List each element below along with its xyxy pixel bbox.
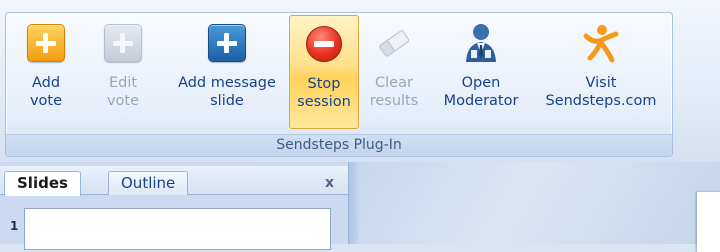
moderator-icon [460, 22, 502, 64]
clear-results-label: Clear results [369, 75, 419, 109]
clear-results-button[interactable]: Clear results [361, 15, 427, 129]
grey-plus-icon [102, 22, 144, 64]
ribbon-group-sendsteps: Add vote Edit vote Add message slide Stop se… [5, 12, 673, 157]
add-vote-button[interactable]: Add vote [14, 15, 78, 129]
add-message-slide-label: Add message slide [178, 75, 276, 109]
group-label: Sendsteps Plug-In [6, 134, 672, 156]
stop-icon [303, 23, 345, 65]
sendsteps-logo-icon [580, 22, 622, 64]
add-vote-label: Add vote [29, 75, 63, 109]
edit-vote-label: Edit vote [106, 75, 140, 109]
visit-sendsteps-label: Visit Sendsteps.com [545, 75, 657, 109]
slide-number: 1 [10, 219, 19, 233]
orange-plus-icon [25, 22, 67, 64]
visit-sendsteps-button[interactable]: Visit Sendsteps.com [536, 15, 666, 129]
add-message-slide-button[interactable]: Add message slide [168, 15, 286, 129]
slide-thumbnails: 1 [0, 195, 348, 250]
open-moderator-button[interactable]: Open Moderator [434, 15, 528, 129]
close-icon[interactable]: x [325, 175, 334, 191]
ribbon: Add vote Edit vote Add message slide Stop se… [0, 0, 720, 162]
blue-plus-icon [206, 22, 248, 64]
tab-slides[interactable]: Slides [4, 171, 81, 196]
edit-vote-button[interactable]: Edit vote [96, 15, 150, 129]
pane-tab-bar: Slides Outline x [0, 166, 348, 196]
slide-canvas[interactable] [697, 192, 720, 252]
slides-pane: Slides Outline x 1 [0, 162, 349, 250]
open-moderator-label: Open Moderator [443, 75, 519, 109]
stop-session-label: Stop session [297, 76, 351, 110]
slide-editing-area [349, 162, 720, 252]
tab-outline[interactable]: Outline [108, 171, 189, 195]
eraser-icon [373, 22, 415, 64]
stop-session-button[interactable]: Stop session [289, 15, 359, 129]
